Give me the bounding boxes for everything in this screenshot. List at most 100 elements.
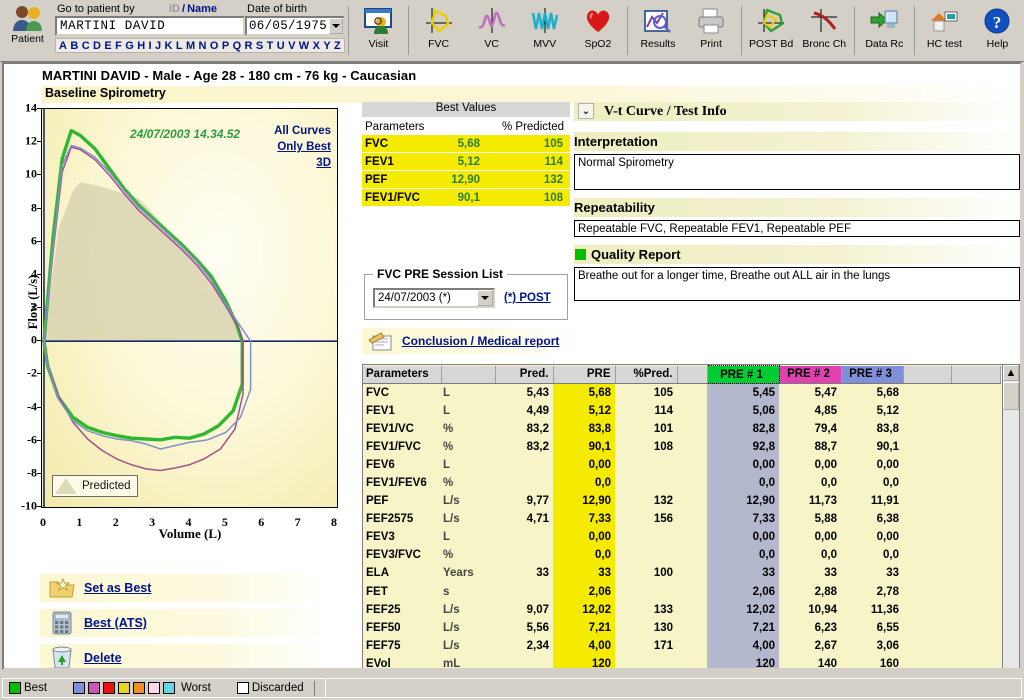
table-header-pre-3[interactable]: PRE # 3 (841, 365, 904, 384)
alphabet-letter-K[interactable]: K (165, 40, 173, 52)
alphabet-letter-Y[interactable]: Y (323, 40, 330, 52)
chevron-down-icon[interactable] (477, 290, 493, 306)
delete-action[interactable]: Delete (40, 644, 332, 668)
results-button[interactable]: Results (631, 0, 684, 61)
alphabet-letter-M[interactable]: M (186, 40, 195, 52)
predicted-value: 4,49 (495, 401, 553, 420)
session-select[interactable]: 24/07/2003 (*) (373, 288, 495, 308)
post-link[interactable]: (*) POST (504, 292, 551, 304)
table-row[interactable]: ELA Years 33 33 100 33 33 33 (363, 564, 1000, 583)
alphabet-letter-Q[interactable]: Q (233, 40, 242, 52)
search-by-name-label[interactable]: Name (187, 3, 217, 15)
print-button[interactable]: Print (685, 0, 738, 61)
set-as-best-action[interactable]: Set as Best (40, 574, 332, 602)
alphabet-letter-D[interactable]: D (93, 40, 101, 52)
fvc-button[interactable]: FVC (412, 0, 465, 61)
set-as-best-label[interactable]: Set as Best (84, 581, 151, 595)
alphabet-letter-X[interactable]: X (313, 40, 320, 52)
bronc-challenge-button[interactable]: Bronc Ch (798, 0, 851, 61)
toolbar-divider (853, 6, 855, 55)
chevron-double-down-icon[interactable]: ⌄ (578, 103, 594, 119)
parameter-unit: L/s (441, 510, 495, 529)
table-header-blank-9[interactable] (903, 365, 952, 384)
best-ats-action[interactable]: Best (ATS) (40, 609, 332, 637)
vc-button[interactable]: VC (465, 0, 518, 61)
only-best-link[interactable]: Only Best (277, 141, 331, 153)
scroll-up-button[interactable]: ▲ (1003, 365, 1019, 381)
alphabet-letter-O[interactable]: O (210, 40, 219, 52)
alphabet-letter-J[interactable]: J (155, 40, 161, 52)
spo2-button[interactable]: SpO2 (571, 0, 624, 61)
data-rc-button[interactable]: Data Rc (858, 0, 911, 61)
conclusion-medical-report-label[interactable]: Conclusion / Medical report (402, 334, 559, 348)
blank-col-2 (951, 636, 1000, 655)
table-row[interactable]: FEF75 L/s 2,34 4,00 171 4,00 2,67 3,06 (363, 636, 1000, 655)
alphabet-letter-U[interactable]: U (277, 40, 285, 52)
scrollbar-thumb[interactable] (1003, 382, 1019, 410)
table-row[interactable]: FEF25 L/s 9,07 12,02 133 12,02 10,94 11,36 (363, 600, 1000, 619)
alphabet-index-bar[interactable]: ABCDEFGHIJKLMNOPQRSTUVWXYZ (55, 38, 345, 53)
alphabet-letter-B[interactable]: B (70, 40, 78, 52)
alphabet-letter-L[interactable]: L (176, 40, 183, 52)
table-row[interactable]: FEV3/FVC% 0,0 0,0 0,0 0,0 (363, 546, 1000, 565)
alphabet-letter-Z[interactable]: Z (334, 40, 341, 52)
table-header-row[interactable]: Parameters Pred. PRE %Pred. PRE # 1 PRE # 2 PR… (363, 365, 1001, 384)
pre1-value: 0,00 (707, 528, 779, 547)
table-header-pre-2[interactable]: PRE # 2 (779, 365, 842, 384)
pre1-value: 12,90 (707, 492, 779, 511)
table-header-pred[interactable]: %Pred. (615, 365, 678, 384)
hc-test-button[interactable]: HC test (918, 0, 971, 61)
table-header-blank-10[interactable] (951, 365, 1001, 384)
table-row[interactable]: EVol mL 120 120 140 160 (363, 654, 1000, 668)
table-header-parameters[interactable]: Parameters (363, 365, 442, 384)
date-of-birth-combo[interactable]: 06/05/1975 (245, 16, 345, 36)
best-ats-label[interactable]: Best (ATS) (84, 616, 147, 630)
table-header-blank-1[interactable] (441, 365, 496, 384)
alphabet-letter-H[interactable]: H (137, 40, 145, 52)
table-header-pre[interactable]: PRE (553, 365, 616, 384)
help-button[interactable]: ? Help (971, 0, 1024, 61)
visit-button[interactable]: Visit (352, 0, 405, 61)
alphabet-letter-A[interactable]: A (59, 40, 67, 52)
table-header-blank-5[interactable] (677, 365, 708, 384)
plot-area[interactable]: 24/07/2003 14.34.52 All Curves Only Best… (41, 108, 338, 508)
alphabet-letter-F[interactable]: F (115, 40, 122, 52)
table-header-pred[interactable]: Pred. (495, 365, 554, 384)
table-row[interactable]: FEF50 L/s 5,56 7,21 130 7,21 6,23 6,55 (363, 618, 1000, 637)
table-row[interactable]: FEV6 L 0,00 0,00 0,00 0,00 (363, 455, 1000, 474)
patient-button[interactable]: Patient (0, 0, 55, 61)
alphabet-letter-C[interactable]: C (82, 40, 90, 52)
alphabet-letter-P[interactable]: P (222, 40, 229, 52)
three-d-link[interactable]: 3D (316, 157, 331, 169)
date-of-birth-value[interactable]: 06/05/1975 (247, 18, 329, 34)
alphabet-letter-E[interactable]: E (104, 40, 111, 52)
alphabet-letter-T[interactable]: T (267, 40, 274, 52)
table-row[interactable]: PEF L/s 9,77 12,90 132 12,90 11,73 11,91 (363, 492, 1000, 511)
alphabet-letter-W[interactable]: W (299, 40, 309, 52)
search-by-id-label[interactable]: ID (169, 3, 180, 15)
quality-status-icon (575, 249, 586, 260)
table-vertical-scrollbar[interactable]: ▲ (1002, 365, 1019, 668)
alphabet-letter-V[interactable]: V (288, 40, 295, 52)
table-row[interactable]: FEV1/VC% 83,2 83,8 101 82,8 79,4 83,8 (363, 419, 1000, 438)
alphabet-letter-S[interactable]: S (256, 40, 263, 52)
alphabet-letter-N[interactable]: N (199, 40, 207, 52)
alphabet-letter-R[interactable]: R (245, 40, 253, 52)
patient-name-input[interactable]: MARTINI DAVID (55, 16, 245, 36)
table-row[interactable]: FEF2575 L/s 4,71 7,33 156 7,33 5,88 6,38 (363, 510, 1000, 529)
mvv-button[interactable]: MVV (518, 0, 571, 61)
table-row[interactable]: FEV1 L 4,49 5,12 114 5,06 4,85 5,12 (363, 401, 1000, 420)
all-curves-link[interactable]: All Curves (274, 125, 331, 137)
chevron-down-icon[interactable] (329, 18, 343, 34)
alphabet-letter-I[interactable]: I (149, 40, 152, 52)
conclusion-medical-report-action[interactable]: Conclusion / Medical report (362, 328, 570, 354)
table-row[interactable]: FET s 2,06 2,06 2,88 2,78 (363, 582, 1000, 601)
alphabet-letter-G[interactable]: G (125, 40, 134, 52)
table-row[interactable]: FEV1/FEV6% 0,0 0,0 0,0 0,0 (363, 473, 1000, 493)
table-row[interactable]: FEV1/FVC% 83,2 90,1 108 92,8 88,7 90,1 (363, 437, 1000, 456)
table-header-pre-1[interactable]: PRE # 1 (706, 365, 780, 384)
table-row[interactable]: FEV3 L 0,00 0,00 0,00 0,00 (363, 528, 1000, 547)
table-row[interactable]: FVC L 5,43 5,68 105 5,45 5,47 5,68 (363, 383, 1000, 402)
post-bd-button[interactable]: POST Bd (745, 0, 798, 61)
delete-label[interactable]: Delete (84, 651, 122, 665)
